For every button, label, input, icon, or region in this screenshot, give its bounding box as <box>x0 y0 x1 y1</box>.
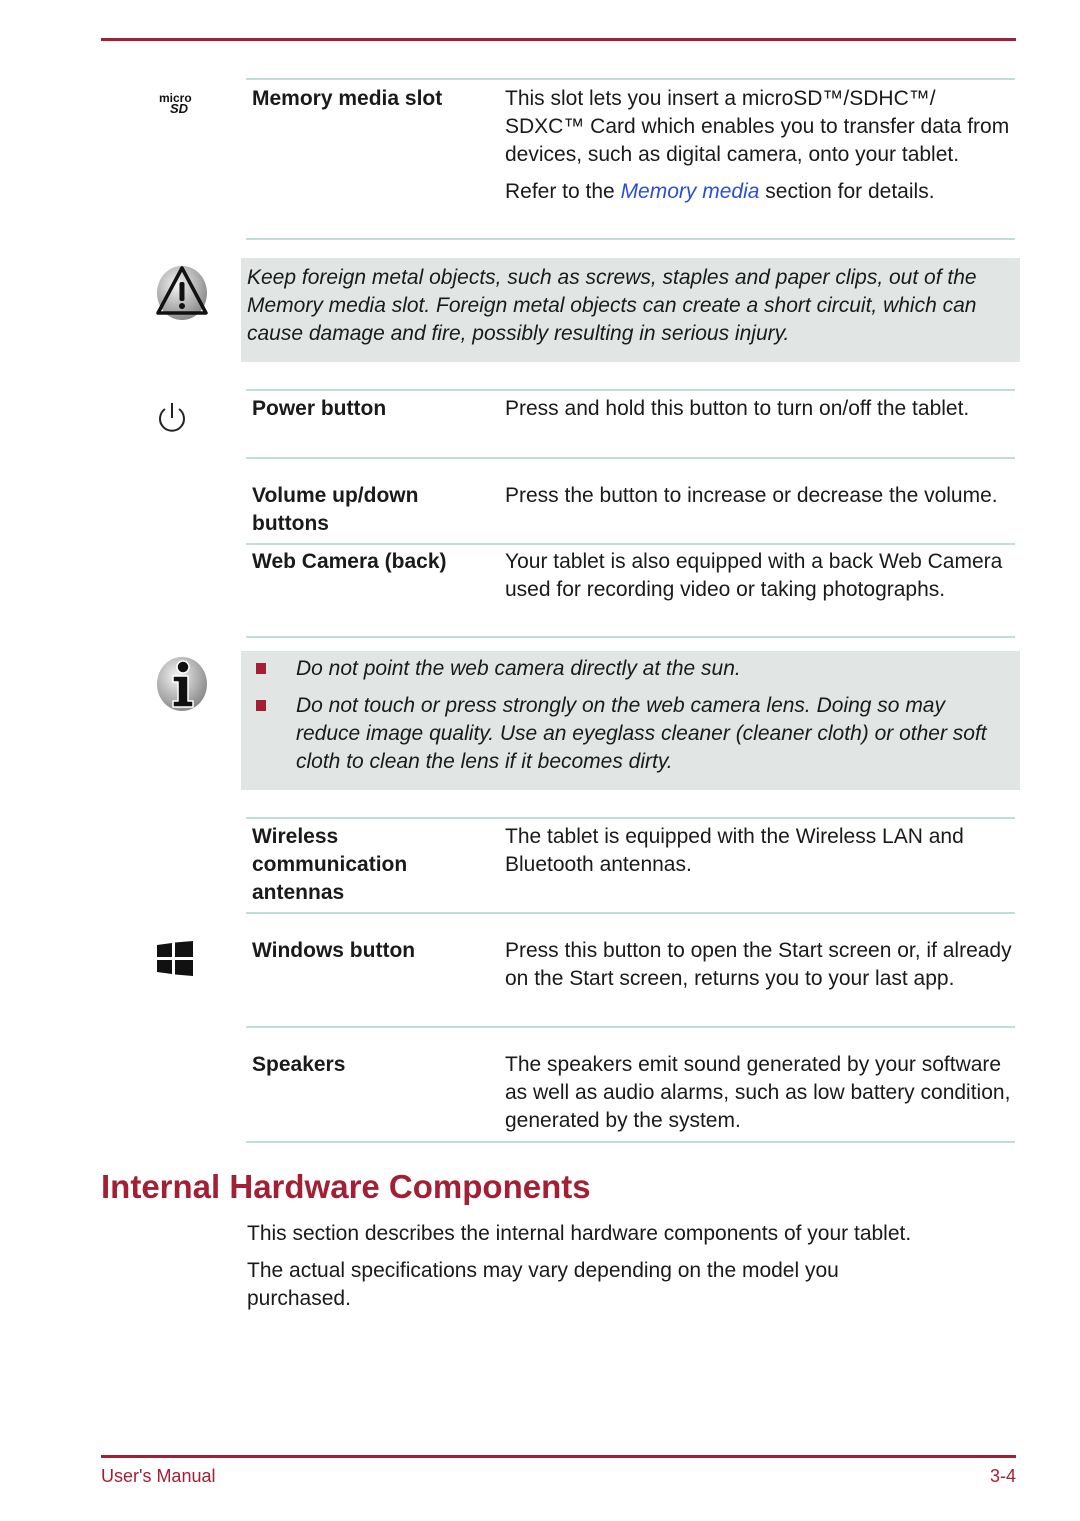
row-description: The speakers emit sound generated by you… <box>505 1053 1011 1132</box>
row-description: Your tablet is also equipped with a back… <box>505 550 1003 601</box>
footer-rule <box>101 1455 1016 1458</box>
warning-callout: Keep foreign metal objects, such as scre… <box>241 258 1020 362</box>
note-callout: Do not point the web camera directly at … <box>241 651 1020 790</box>
table-rule <box>246 817 1015 819</box>
table-row-speakers: Speakers The speakers emit sound generat… <box>246 1050 1015 1144</box>
row-term: Power button <box>252 397 387 420</box>
table-rule <box>246 912 1015 914</box>
table-rule <box>246 238 1015 240</box>
row-description: Press the button to increase or decrease… <box>505 484 998 507</box>
power-icon <box>156 400 188 434</box>
footer-manual-title: User's Manual <box>101 1466 216 1486</box>
row-description-text: This slot lets you insert a microSD™/SDH… <box>505 87 1010 166</box>
section-paragraph: The actual specifications may vary depen… <box>247 1259 839 1310</box>
row-description: Press and hold this button to turn on/of… <box>505 397 970 420</box>
microsd-icon: micro SD <box>158 91 202 116</box>
row-description: The tablet is equipped with the Wireless… <box>505 825 964 876</box>
row-description: This slot lets you insert a microSD™/SDH… <box>505 85 1015 206</box>
table-row-web-camera-back: Web Camera (back) Your tablet is also eq… <box>246 547 1015 639</box>
table-rule <box>246 1141 1015 1143</box>
note-item-text: Do not touch or press strongly on the we… <box>296 694 987 773</box>
note-item-text: Do not point the web camera directly at … <box>296 657 741 680</box>
table-rule <box>246 543 1015 545</box>
row-term: Memory media slot <box>252 87 443 110</box>
svg-text:SD: SD <box>170 101 189 114</box>
windows-icon <box>156 941 194 977</box>
info-icon <box>153 655 211 713</box>
row-term: Windows button <box>252 939 416 962</box>
section-paragraph: This section describes the internal hard… <box>247 1222 912 1245</box>
table-row-volume-buttons: Volume up/down buttons Press the button … <box>246 481 1015 545</box>
row-term: Speakers <box>252 1053 346 1076</box>
row-term: Web Camera (back) <box>252 550 447 573</box>
note-item: Do not point the web camera directly at … <box>247 655 1012 683</box>
bullet-icon <box>256 663 266 674</box>
note-item: Do not touch or press strongly on the we… <box>247 692 1012 776</box>
section-heading: Internal Hardware Components <box>101 1168 591 1205</box>
table-row-memory-media-slot: Memory media slot This slot lets you ins… <box>246 78 1015 240</box>
page-number: 3-4 <box>989 1466 1016 1486</box>
table-rule <box>246 636 1015 638</box>
table-rule <box>246 457 1015 459</box>
bullet-icon <box>256 700 266 711</box>
header-rule <box>101 38 1016 41</box>
reference-prefix: Refer to the <box>505 180 621 203</box>
row-term: Volume up/down buttons <box>252 484 419 535</box>
table-row-windows-button: Windows button Press this button to open… <box>246 936 1015 1029</box>
warning-text: Keep foreign metal objects, such as scre… <box>247 266 977 345</box>
table-rule <box>246 1026 1015 1028</box>
row-term: Wireless communication antennas <box>252 825 408 904</box>
warning-icon <box>153 264 211 322</box>
table-rule <box>246 78 1015 80</box>
memory-media-link[interactable]: Memory media <box>621 180 760 203</box>
table-row-power-button: Power button Press and hold this button … <box>246 389 1015 459</box>
row-reference: Refer to the Memory media section for de… <box>505 178 1015 206</box>
table-rule <box>246 389 1015 391</box>
row-description: Press this button to open the Start scre… <box>505 939 1012 990</box>
table-row-wireless-antennas: Wireless communication antennas The tabl… <box>246 817 1015 915</box>
note-list: Do not point the web camera directly at … <box>247 655 1012 776</box>
reference-suffix: section for details. <box>759 180 935 203</box>
